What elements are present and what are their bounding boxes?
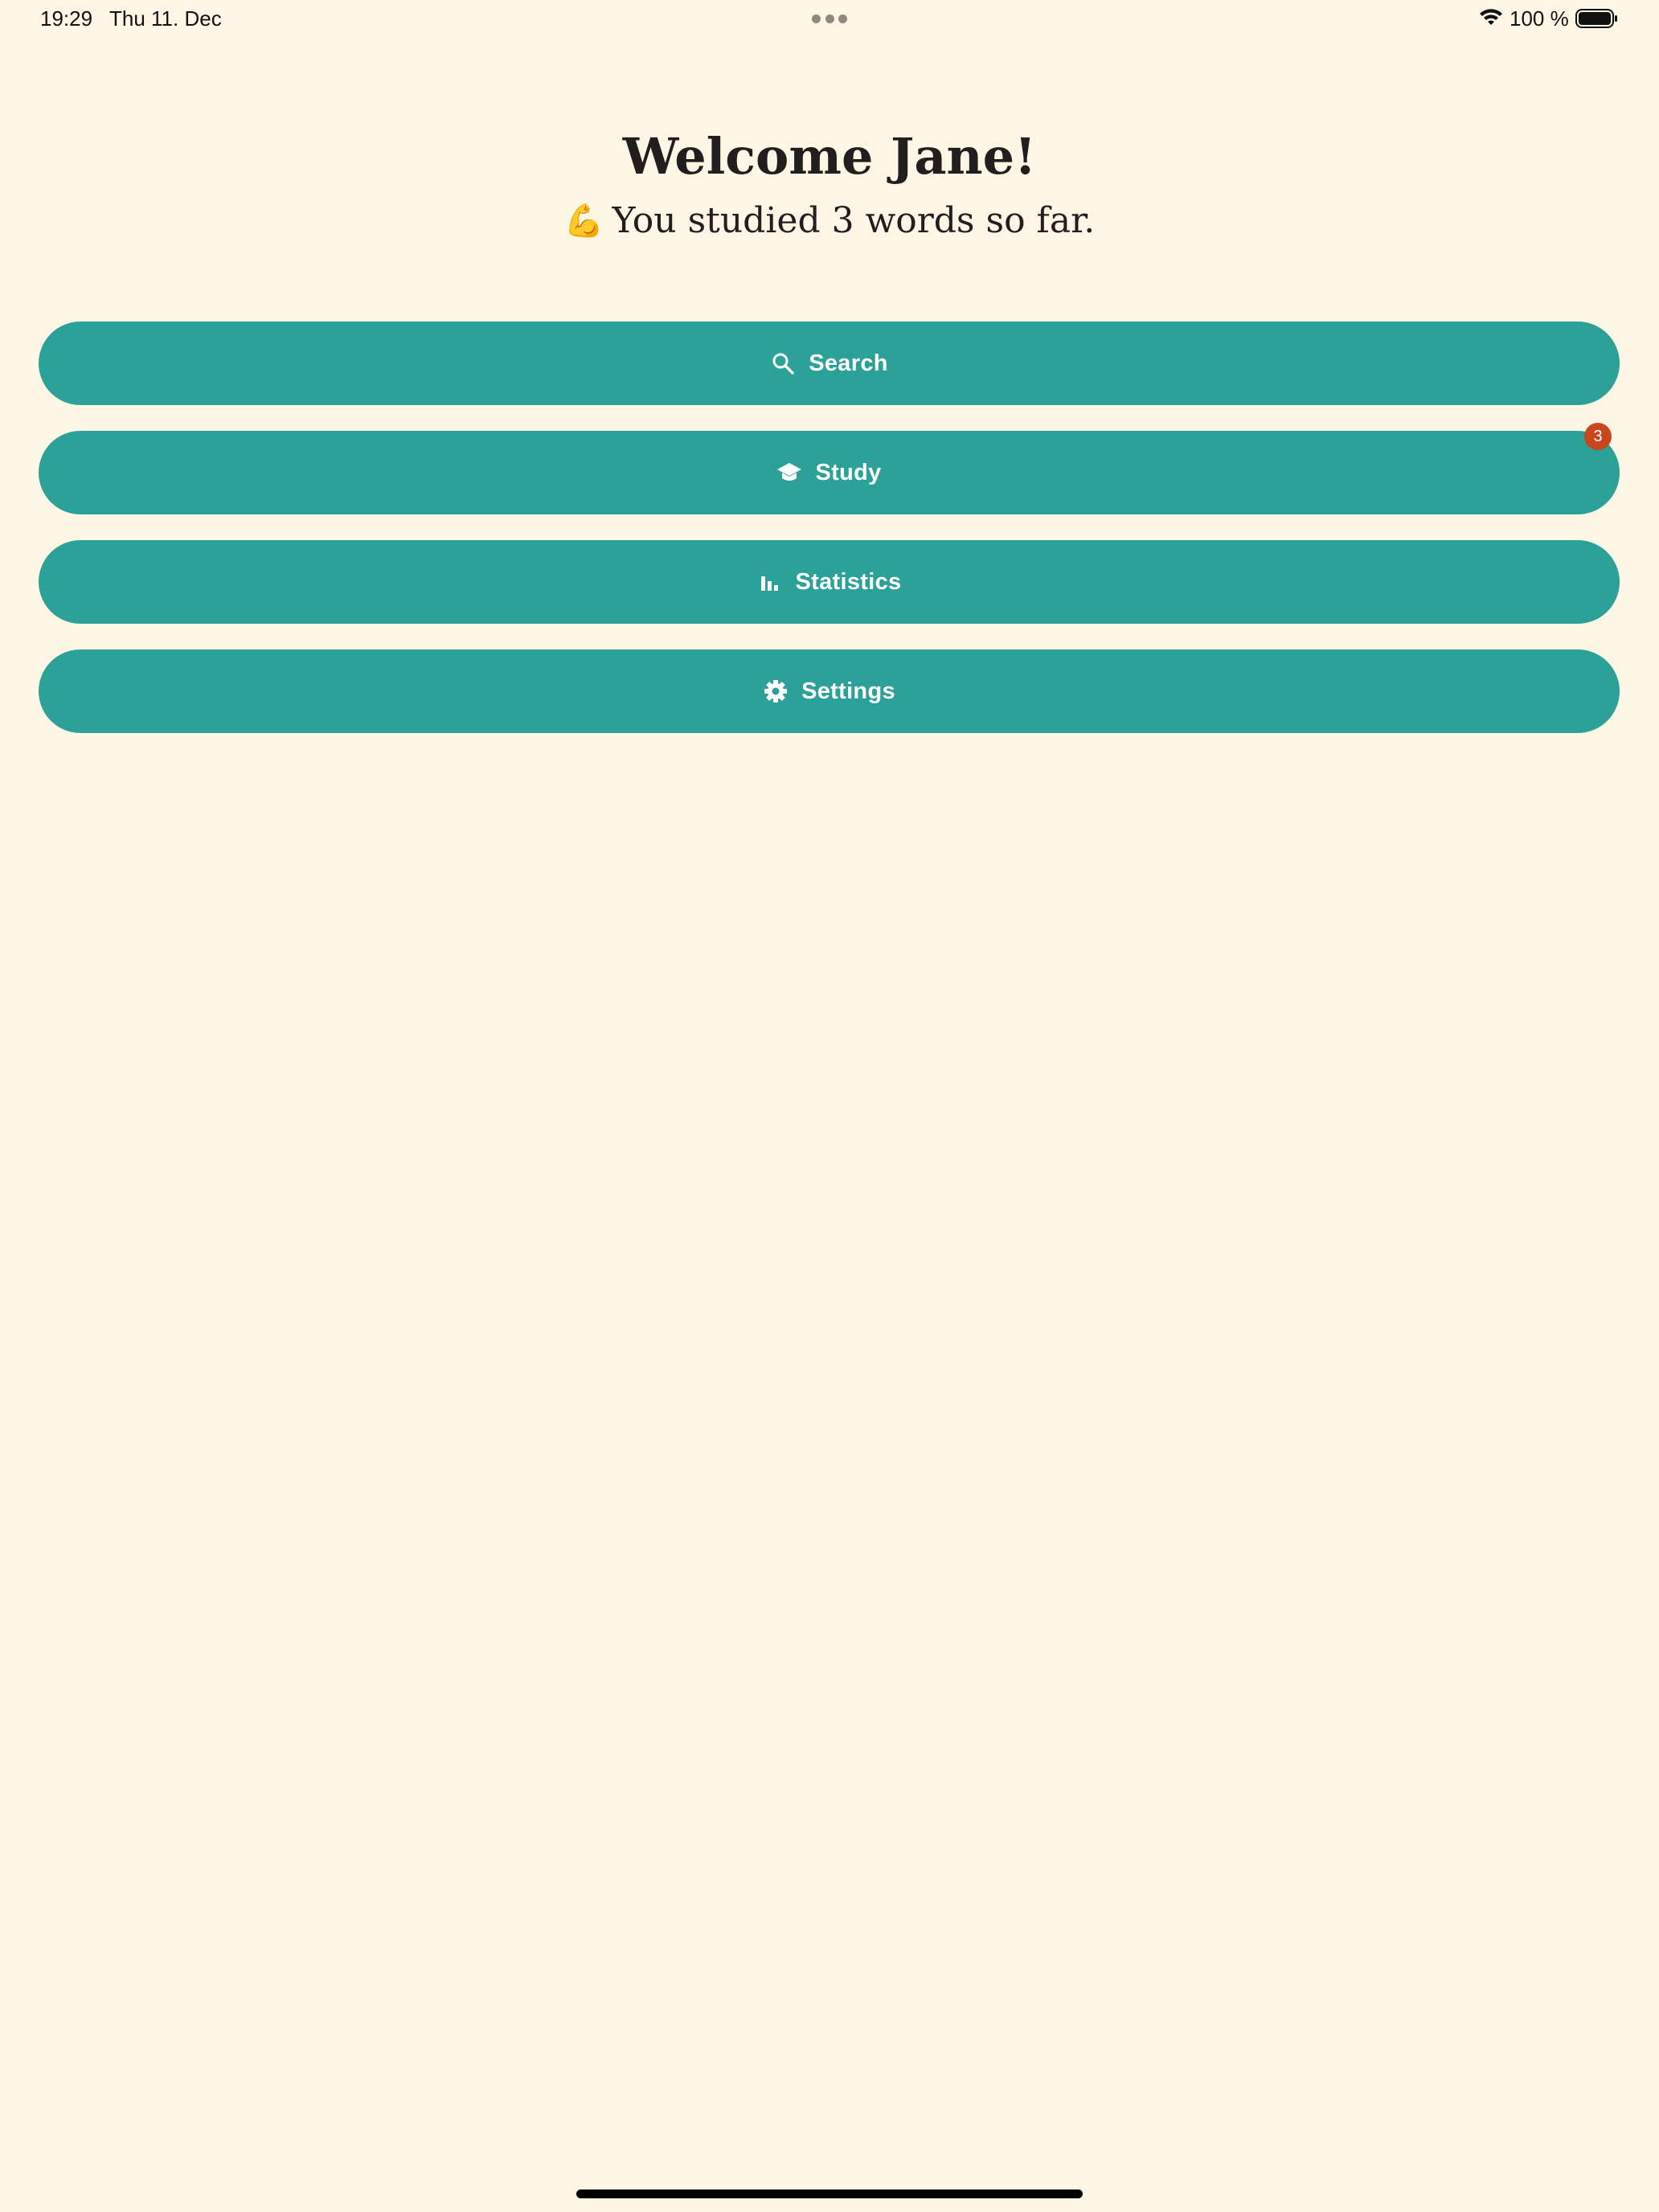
home-indicator[interactable] (576, 2189, 1083, 2198)
welcome-header: Welcome Jane! 💪 You studied 3 words so f… (0, 121, 1659, 249)
study-button-label: Study (815, 459, 882, 485)
graduation-cap-icon (776, 460, 802, 485)
study-summary-text: You studied 3 words so far. (612, 200, 1096, 241)
gear-icon (763, 678, 789, 704)
multitasking-dots-icon[interactable] (812, 14, 847, 24)
battery-percentage: 100 % (1509, 6, 1569, 31)
study-count-badge: 3 (1584, 423, 1612, 450)
wifi-icon (1480, 9, 1502, 25)
main-menu: Search Study 3 Statistics Settings (39, 322, 1620, 759)
statistics-button[interactable]: Statistics (39, 540, 1620, 624)
settings-button-label: Settings (801, 678, 895, 704)
welcome-title: Welcome Jane! (622, 127, 1037, 186)
battery-icon (1575, 9, 1617, 28)
statistics-button-label: Statistics (795, 568, 902, 595)
search-button-label: Search (809, 350, 888, 376)
study-summary: 💪 You studied 3 words so far. (0, 193, 1659, 249)
study-button[interactable]: Study 3 (39, 423, 1620, 514)
bar-chart-icon (757, 569, 783, 595)
search-icon (770, 350, 796, 376)
status-time: 19:29 (40, 6, 93, 31)
flexed-biceps-icon: 💪 (563, 203, 604, 240)
settings-button[interactable]: Settings (39, 649, 1620, 733)
status-bar: 19:29 Thu 11. Dec 100 % (0, 0, 1659, 39)
search-button[interactable]: Search (39, 322, 1620, 405)
status-date: Thu 11. Dec (109, 6, 222, 31)
